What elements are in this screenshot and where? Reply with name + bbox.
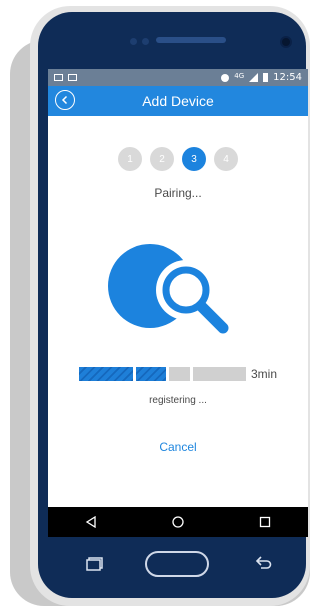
nav-recents-button[interactable] — [250, 510, 280, 534]
progress-segment-filled — [136, 367, 166, 381]
back-circle-icon — [61, 95, 68, 105]
back-button[interactable] — [55, 90, 75, 110]
step-4: 4 — [214, 147, 238, 171]
phone-screen: 4G 12:54 Add Device 1 2 3 4 Pairing... 3… — [48, 69, 308, 507]
progress-segment-empty — [169, 367, 190, 381]
time-remaining: 3min — [251, 367, 278, 381]
app-header: Add Device — [48, 86, 308, 116]
pairing-status: Pairing... — [154, 186, 202, 200]
signal-icon — [249, 73, 259, 82]
home-key[interactable] — [145, 551, 209, 577]
recent-apps-icon[interactable] — [86, 557, 104, 571]
registration-progress: 3min — [79, 367, 277, 381]
progress-segment-filled — [79, 367, 133, 381]
page-title: Add Device — [142, 93, 214, 109]
image-icon — [68, 74, 77, 81]
sync-icon — [221, 73, 230, 82]
back-key-icon[interactable] — [254, 555, 272, 571]
sensor-dot — [142, 38, 149, 45]
sensor-dot — [130, 38, 137, 45]
message-icon — [54, 74, 63, 81]
status-bar: 4G 12:54 — [48, 69, 308, 86]
step-indicator: 1 2 3 4 — [48, 147, 308, 171]
registering-status: registering ... — [149, 395, 207, 406]
search-icon — [108, 244, 229, 334]
step-2: 2 — [150, 147, 174, 171]
nav-home-icon — [172, 516, 184, 528]
progress-segment-empty — [193, 367, 246, 381]
status-time: 12:54 — [273, 72, 302, 83]
step-1: 1 — [118, 147, 142, 171]
android-nav-bar — [48, 507, 308, 537]
front-camera — [280, 36, 292, 48]
nav-back-button[interactable] — [76, 510, 106, 534]
nav-back-icon — [86, 516, 96, 528]
step-3: 3 — [182, 147, 206, 171]
network-type: 4G — [234, 71, 245, 80]
cancel-button[interactable]: Cancel — [48, 440, 308, 454]
battery-icon — [263, 73, 269, 82]
speaker-grille — [156, 37, 226, 43]
nav-recents-icon — [259, 516, 270, 528]
nav-home-button[interactable] — [163, 510, 193, 534]
